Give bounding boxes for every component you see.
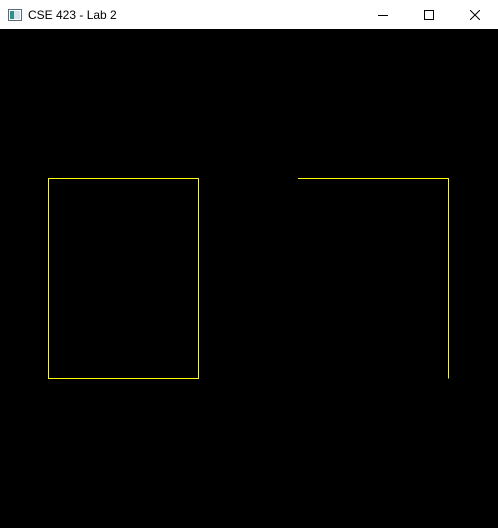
opengl-app-icon bbox=[8, 8, 22, 21]
minimize-icon bbox=[378, 14, 388, 16]
close-button[interactable] bbox=[452, 0, 498, 29]
title-bar[interactable]: CSE 423 - Lab 2 bbox=[0, 0, 498, 29]
application-window: CSE 423 - Lab 2 bbox=[0, 0, 498, 528]
canvas-background bbox=[0, 29, 498, 528]
maximize-button[interactable] bbox=[406, 0, 452, 29]
window-controls bbox=[360, 0, 498, 29]
window-title: CSE 423 - Lab 2 bbox=[28, 7, 117, 22]
opengl-canvas[interactable] bbox=[0, 29, 498, 528]
canvas-drawing bbox=[0, 29, 498, 528]
minimize-button[interactable] bbox=[360, 0, 406, 29]
app-icon[interactable] bbox=[7, 7, 23, 23]
close-icon bbox=[470, 9, 480, 20]
maximize-icon bbox=[424, 9, 434, 20]
